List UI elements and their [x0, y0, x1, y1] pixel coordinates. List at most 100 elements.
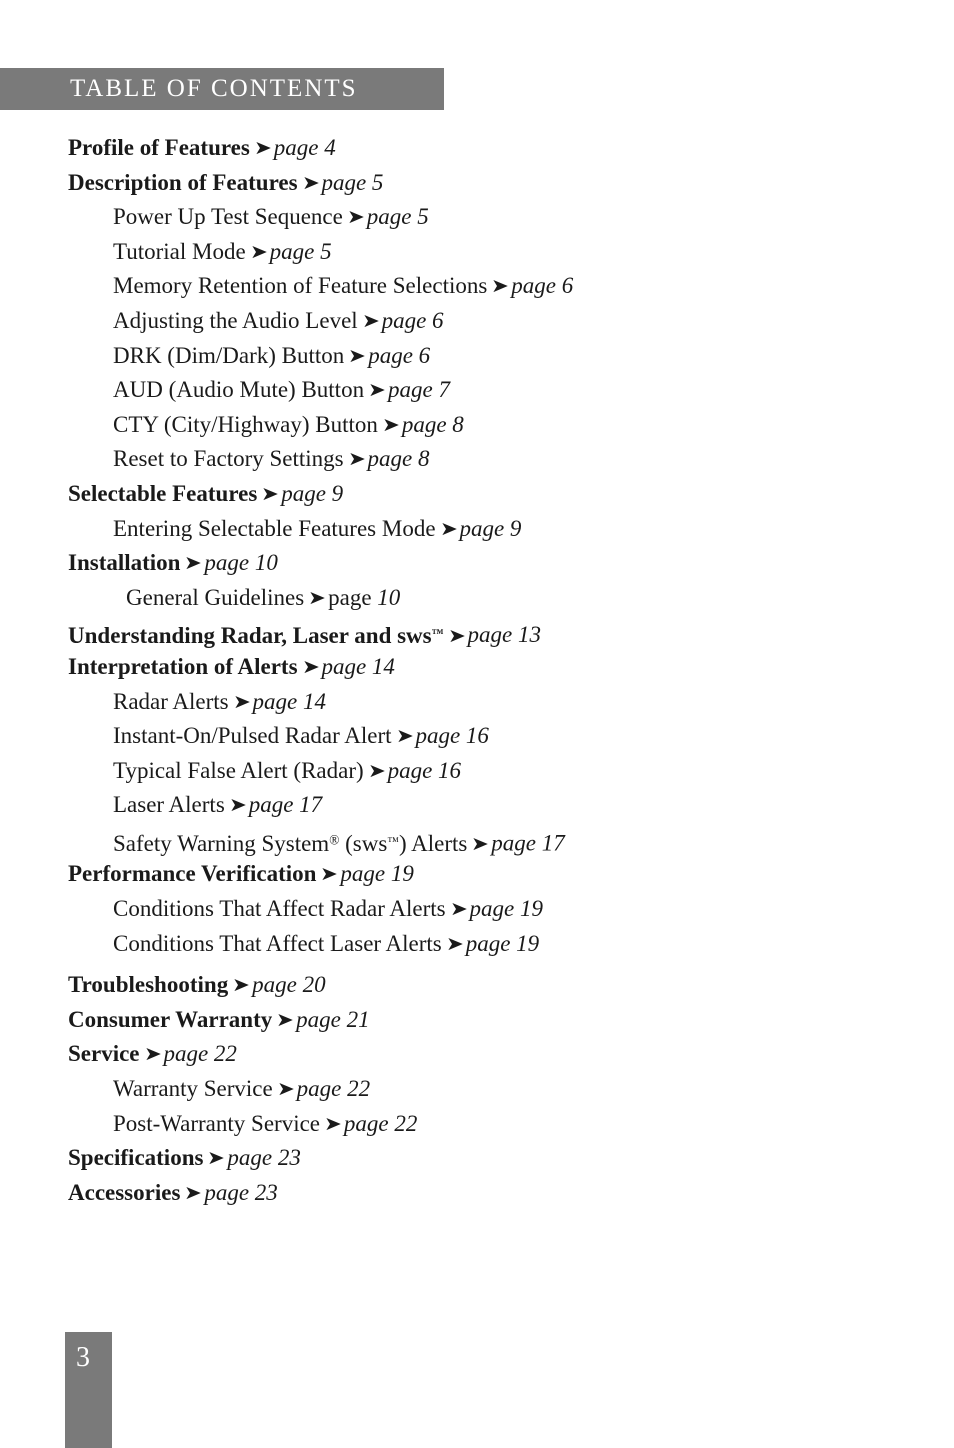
toc-entry[interactable]: Power Up Test Sequence ➤page 5	[0, 200, 954, 235]
toc-entry[interactable]: Understanding Radar, Laser and sws™ ➤page…	[0, 615, 954, 650]
toc-entry-label: Reset to Factory Settings	[113, 446, 344, 472]
toc-entry-label: Interpretation of Alerts	[68, 653, 298, 679]
toc-entry-label: Selectable Features	[68, 480, 258, 506]
toc-entry[interactable]: Specifications ➤page 23	[0, 1141, 954, 1176]
toc-entry-page: page 19	[340, 861, 414, 887]
toc-entry-label: Service	[68, 1041, 140, 1067]
arrow-right-icon: ➤	[301, 171, 320, 194]
toc-entry-page: page 10	[204, 550, 278, 576]
toc-entry-label: Accessories	[68, 1179, 181, 1205]
toc-entry[interactable]: CTY (City/Highway) Button ➤page 8	[0, 408, 954, 443]
toc-entry-label: Laser Alerts	[113, 792, 225, 818]
toc-entry-page: page 14	[252, 688, 326, 714]
table-of-contents-list: Profile of Features ➤page 4 Description of…	[0, 131, 954, 1210]
toc-entry[interactable]: Reset to Factory Settings ➤page 8	[0, 442, 954, 477]
toc-entry[interactable]: Entering Selectable Features Mode ➤page 9	[0, 512, 954, 547]
arrow-right-icon: ➤	[445, 932, 464, 955]
toc-entry-label: Tutorial Mode	[113, 238, 246, 264]
arrow-right-icon: ➤	[346, 206, 365, 229]
toc-entry[interactable]: Consumer Warranty ➤page 21	[0, 1003, 954, 1038]
arrow-right-icon: ➤	[249, 240, 268, 263]
toc-entry-page: page 17	[248, 792, 323, 818]
toc-entry-page: page 16	[387, 757, 462, 783]
arrow-right-icon: ➤	[301, 655, 320, 678]
toc-entry-label: Performance Verification	[68, 861, 317, 887]
toc-entry-page: page 4	[273, 135, 336, 160]
toc-entry[interactable]: Post-Warranty Service ➤page 22	[0, 1107, 954, 1142]
toc-entry-label: Power Up Test Sequence	[113, 204, 343, 230]
toc-entry-page: page 17	[491, 830, 565, 856]
toc-entry[interactable]: Conditions That Affect Radar Alerts ➤page…	[0, 892, 954, 927]
toc-entry[interactable]: Conditions That Affect Laser Alerts ➤page…	[0, 927, 954, 962]
toc-entry-page: page 21	[296, 1006, 370, 1032]
arrow-right-icon: ➤	[232, 974, 251, 997]
page-title: TABLE OF CONTENTS	[70, 75, 358, 102]
toc-entry[interactable]: Tutorial Mode ➤page 5	[0, 235, 954, 270]
toc-entry-page: page 9	[281, 480, 344, 506]
arrow-right-icon: ➤	[143, 1043, 162, 1066]
arrow-right-icon: ➤	[276, 1078, 295, 1101]
toc-entry[interactable]: Interpretation of Alerts ➤page 14	[0, 650, 954, 685]
arrow-right-icon: ➤	[347, 448, 366, 471]
toc-entry[interactable]: DRK (Dim/Dark) Button ➤page 6	[0, 339, 954, 374]
arrow-right-icon: ➤	[232, 690, 251, 713]
arrow-right-icon: ➤	[361, 309, 380, 332]
toc-entry-page: page 20	[252, 972, 326, 998]
arrow-right-icon: ➤	[228, 794, 247, 817]
toc-entry-label: Post-Warranty Service	[113, 1110, 320, 1136]
toc-entry-page: page 13	[467, 622, 541, 648]
toc-entry-label: Entering Selectable Features Mode	[113, 515, 436, 541]
toc-entry-label: Typical False Alert (Radar)	[113, 757, 364, 783]
toc-entry-label: Profile of Features	[68, 135, 250, 160]
toc-entry[interactable]: General Guidelines ➤page 10	[0, 581, 954, 616]
toc-entry[interactable]: Accessories ➤page 23	[0, 1176, 954, 1211]
toc-entry-label: Warranty Service	[113, 1076, 273, 1102]
toc-entry-page: page 5	[269, 238, 332, 264]
toc-entry-page: page 8	[367, 446, 430, 472]
toc-entry-page: page 6	[381, 307, 444, 333]
toc-entry-page: page 22	[296, 1076, 371, 1102]
toc-entry-page: page 5	[321, 169, 384, 195]
toc-entry-page: page 14	[321, 653, 395, 679]
toc-entry-label: Conditions That Affect Radar Alerts	[113, 896, 446, 922]
toc-entry[interactable]: AUD (Audio Mute) Button ➤page 7	[0, 373, 954, 408]
toc-entry-page: page 7	[388, 377, 450, 403]
toc-entry[interactable]: Installation ➤page 10	[0, 546, 954, 581]
toc-entry-page: page 22	[163, 1041, 237, 1067]
toc-entry-label: General Guidelines	[126, 584, 305, 610]
arrow-right-icon: ➤	[367, 759, 386, 782]
arrow-right-icon: ➤	[261, 482, 280, 505]
toc-entry[interactable]: Instant-On/Pulsed Radar Alert ➤page 16	[0, 719, 954, 754]
toc-entry-label: AUD (Audio Mute) Button	[113, 377, 365, 403]
toc-entry[interactable]: Service ➤page 22	[0, 1037, 954, 1072]
toc-entry[interactable]: Performance Verification ➤page 19	[0, 857, 954, 892]
arrow-right-icon: ➤	[276, 1008, 295, 1031]
arrow-right-icon: ➤	[207, 1147, 226, 1170]
toc-entry[interactable]: Troubleshooting ➤page 20	[0, 968, 954, 1003]
toc-entry[interactable]: Safety Warning System® (sws™) Alerts ➤pag…	[0, 823, 954, 858]
toc-entry-label: Troubleshooting	[68, 972, 229, 998]
toc-entry-page: page 19	[469, 896, 543, 922]
toc-entry[interactable]: Memory Retention of Feature Selections ➤p…	[0, 269, 954, 304]
toc-entry-label: Understanding Radar, Laser and sws™	[68, 622, 444, 648]
arrow-right-icon: ➤	[308, 586, 327, 609]
toc-entry-page: page 8	[401, 411, 464, 437]
toc-entry[interactable]: Laser Alerts ➤page 17	[0, 788, 954, 823]
toc-entry-label: DRK (Dim/Dark) Button	[113, 342, 345, 368]
arrow-right-icon: ➤	[368, 379, 386, 402]
toc-entry-label: Radar Alerts	[113, 688, 229, 714]
toc-entry-page: page 23	[204, 1179, 278, 1205]
toc-entry[interactable]: Radar Alerts ➤page 14	[0, 685, 954, 720]
toc-entry[interactable]: Adjusting the Audio Level ➤page 6	[0, 304, 954, 339]
toc-entry-label: Safety Warning System® (sws™) Alerts	[113, 830, 468, 856]
toc-entry[interactable]: Warranty Service ➤page 22	[0, 1072, 954, 1107]
toc-entry-label: Description of Features	[68, 169, 298, 195]
toc-entry-page: page 23	[227, 1145, 301, 1171]
toc-entry[interactable]: Selectable Features ➤page 9	[0, 477, 954, 512]
arrow-right-icon: ➤	[449, 898, 468, 921]
toc-entry-page: page 6	[368, 342, 431, 368]
toc-entry[interactable]: Typical False Alert (Radar) ➤page 16	[0, 754, 954, 789]
toc-entry[interactable]: Profile of Features ➤page 4	[0, 131, 954, 166]
toc-entry[interactable]: Description of Features ➤page 5	[0, 166, 954, 201]
toc-entry-label: Instant-On/Pulsed Radar Alert	[113, 723, 392, 749]
